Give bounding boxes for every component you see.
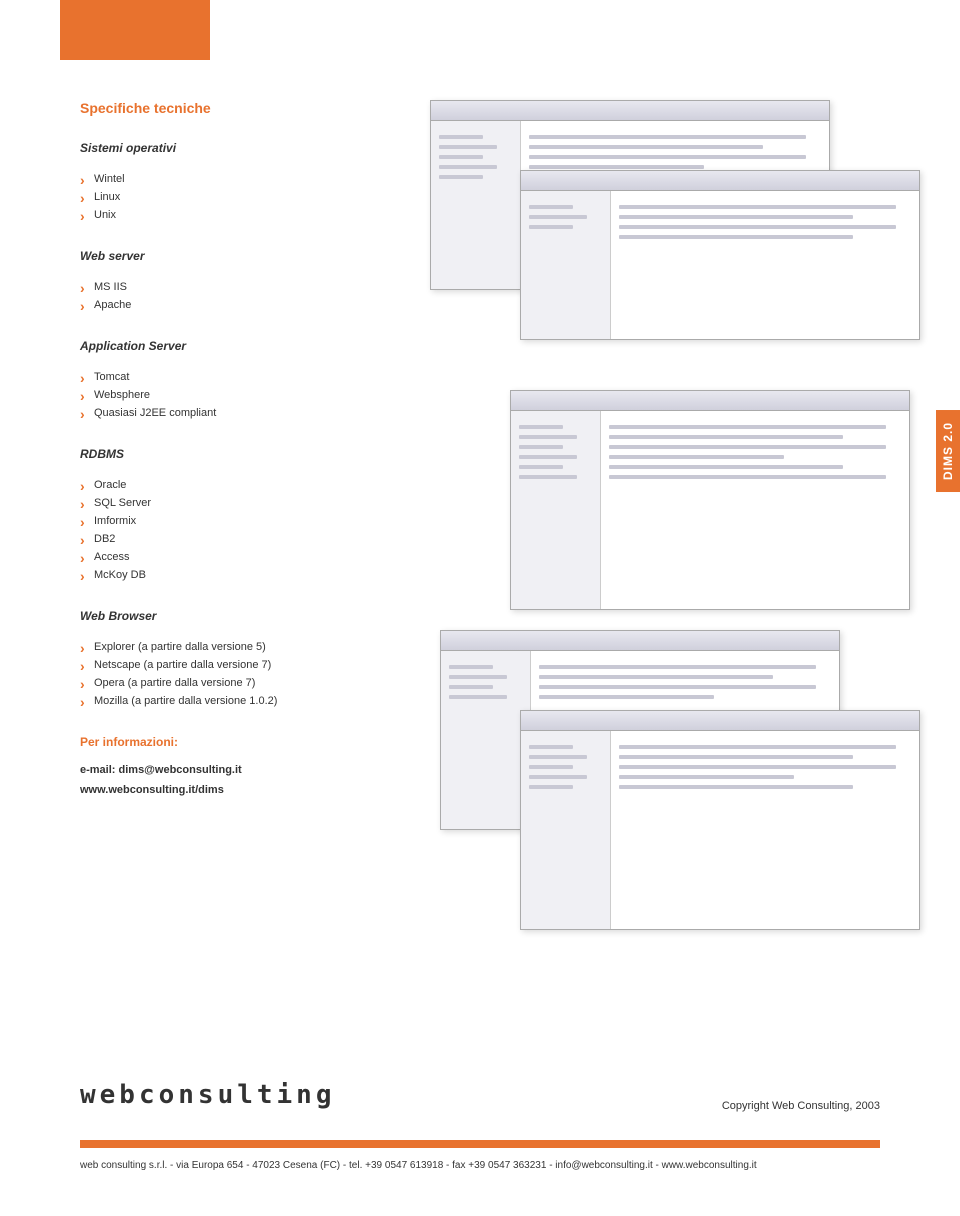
appserver-list: Tomcat Websphere Quasiasi J2EE compliant (80, 368, 420, 422)
section-heading-os: Sistemi operativi (80, 141, 420, 155)
dims-side-tag: DIMS 2.0 (936, 410, 960, 492)
list-item: Wintel (80, 170, 420, 188)
copyright-text: Copyright Web Consulting, 2003 (722, 1100, 880, 1112)
section-heading-browser: Web Browser (80, 609, 420, 623)
list-item: Mozilla (a partire dalla versione 1.0.2) (80, 692, 420, 710)
list-item: Quasiasi J2EE compliant (80, 404, 420, 422)
section-heading-rdbms: RDBMS (80, 447, 420, 461)
os-list: Wintel Linux Unix (80, 170, 420, 224)
contact-url: www.webconsulting.it/dims (80, 784, 420, 796)
list-item: Imformix (80, 512, 420, 530)
browser-list: Explorer (a partire dalla versione 5) Ne… (80, 638, 420, 710)
list-item: Opera (a partire dalla versione 7) (80, 674, 420, 692)
section-heading-info: Per informazioni: (80, 735, 420, 749)
page-title: Specifiche tecniche (80, 100, 420, 116)
company-logo: webconsulting (80, 1080, 336, 1110)
list-item: Tomcat (80, 368, 420, 386)
section-heading-webserver: Web server (80, 249, 420, 263)
list-item: Explorer (a partire dalla versione 5) (80, 638, 420, 656)
list-item: Netscape (a partire dalla versione 7) (80, 656, 420, 674)
screenshot-image (510, 390, 910, 610)
header-orange-block (60, 0, 210, 60)
list-item: Linux (80, 188, 420, 206)
screenshot-image (520, 170, 920, 340)
list-item: Unix (80, 206, 420, 224)
webserver-list: MS IIS Apache (80, 278, 420, 314)
section-heading-appserver: Application Server (80, 339, 420, 353)
list-item: SQL Server (80, 494, 420, 512)
list-item: MS IIS (80, 278, 420, 296)
footer-text: web consulting s.r.l. - via Europa 654 -… (80, 1140, 880, 1171)
contact-email: e-mail: dims@webconsulting.it (80, 764, 420, 776)
list-item: Oracle (80, 476, 420, 494)
main-content: Specifiche tecniche Sistemi operativi Wi… (80, 100, 420, 796)
list-item: Apache (80, 296, 420, 314)
screenshot-image (520, 710, 920, 930)
list-item: McKoy DB (80, 566, 420, 584)
list-item: Access (80, 548, 420, 566)
rdbms-list: Oracle SQL Server Imformix DB2 Access Mc… (80, 476, 420, 584)
list-item: Websphere (80, 386, 420, 404)
list-item: DB2 (80, 530, 420, 548)
